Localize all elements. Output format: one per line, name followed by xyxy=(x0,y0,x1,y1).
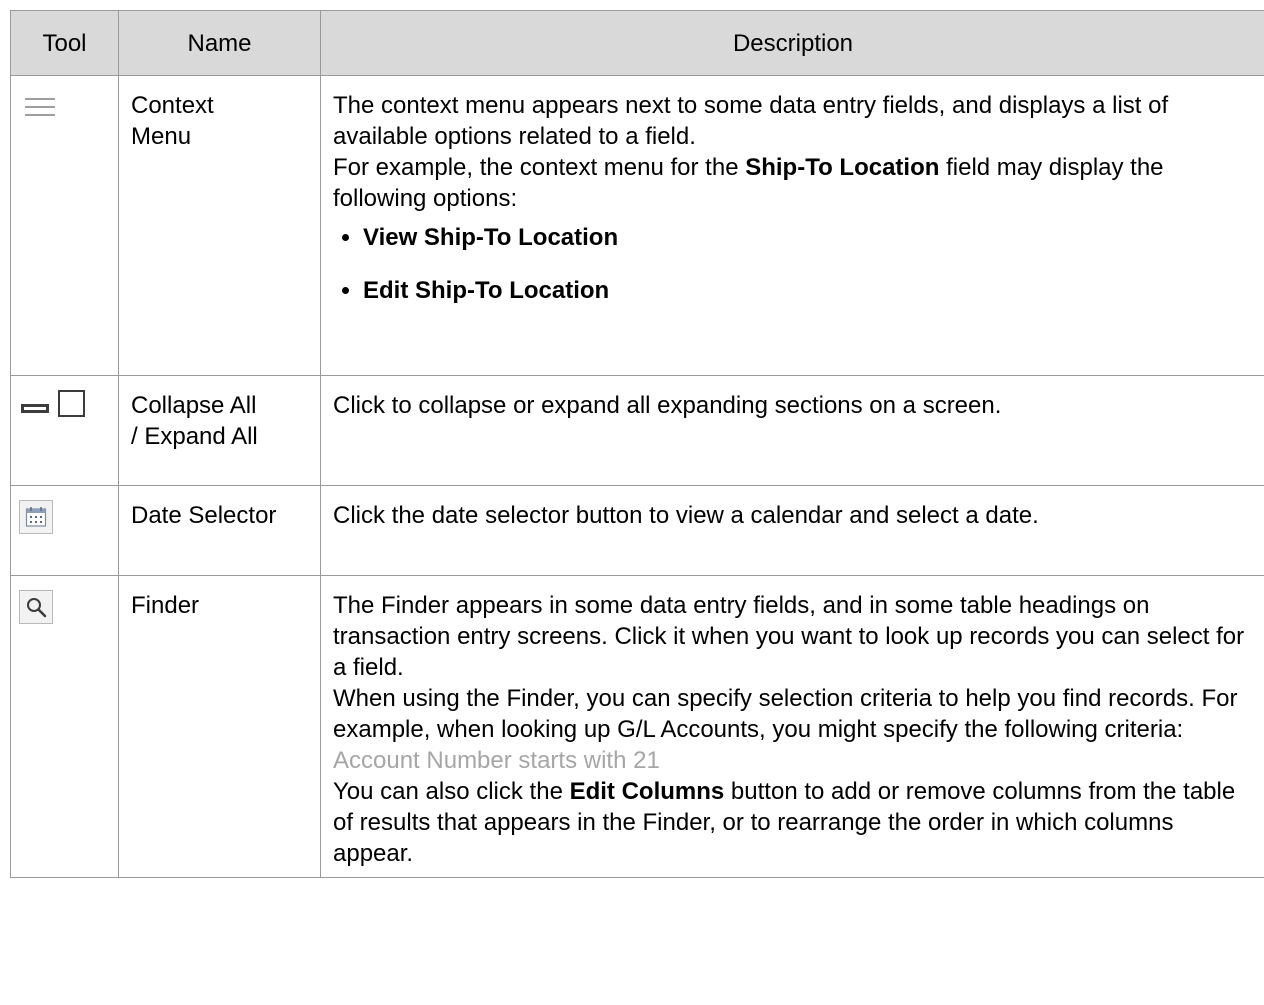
list-item: View Ship-To Location xyxy=(363,222,1255,253)
context-menu-icon[interactable] xyxy=(25,98,55,122)
text-span: You can also click the xyxy=(333,778,570,805)
field-name: Ship-To Location xyxy=(745,154,940,181)
name-cell: Context Menu xyxy=(118,75,321,376)
criteria-example: Account Number starts with 21 xyxy=(333,747,660,774)
calendar-icon[interactable] xyxy=(19,500,53,534)
description-text: The context menu appears next to some da… xyxy=(333,92,1169,150)
description-cell: The Finder appears in some data entry fi… xyxy=(320,575,1264,878)
description-cell: Click to collapse or expand all expandin… xyxy=(320,375,1264,486)
table-row: Collapse All / Expand All Click to colla… xyxy=(10,375,1264,486)
description-text: For example, the context menu for the Sh… xyxy=(333,152,1255,214)
header-description: Description xyxy=(320,10,1264,76)
description-text: The Finder appears in some data entry fi… xyxy=(333,592,1245,681)
table-row: Context Menu The context menu appears ne… xyxy=(10,75,1264,376)
name-line: Context xyxy=(131,92,214,119)
options-list: View Ship-To Location Edit Ship-To Locat… xyxy=(333,222,1255,306)
name-line: Menu xyxy=(131,123,192,150)
tool-cell xyxy=(10,75,119,376)
tools-table: Tool Name Description Context Menu The c… xyxy=(10,10,1264,878)
description-text: Click the date selector button to view a… xyxy=(333,502,1039,529)
header-tool: Tool xyxy=(10,10,119,76)
table-row: Finder The Finder appears in some data e… xyxy=(10,575,1264,878)
tool-cell xyxy=(10,575,119,878)
name-line: Finder xyxy=(131,592,200,619)
description-text: Click to collapse or expand all expandin… xyxy=(333,392,1002,419)
table-row: Date Selector Click the date selector bu… xyxy=(10,485,1264,576)
description-cell: Click the date selector button to view a… xyxy=(320,485,1264,576)
expand-all-icon[interactable] xyxy=(58,390,85,417)
tool-cell xyxy=(10,485,119,576)
collapse-all-icon[interactable] xyxy=(21,404,49,413)
description-text: When using the Finder, you can specify s… xyxy=(333,685,1238,743)
button-name: Edit Columns xyxy=(569,778,725,805)
list-item: Edit Ship-To Location xyxy=(363,275,1255,306)
name-line: / Expand All xyxy=(131,423,258,450)
header-name: Name xyxy=(118,10,321,76)
magnifier-icon[interactable] xyxy=(19,590,53,624)
name-cell: Collapse All / Expand All xyxy=(118,375,321,486)
name-line: Collapse All xyxy=(131,392,257,419)
tools-table-container: Tool Name Description Context Menu The c… xyxy=(10,10,1264,878)
table-header-row: Tool Name Description xyxy=(10,10,1264,76)
tool-cell xyxy=(10,375,119,486)
description-cell: The context menu appears next to some da… xyxy=(320,75,1264,376)
description-text: You can also click the Edit Columns butt… xyxy=(333,776,1255,869)
name-cell: Finder xyxy=(118,575,321,878)
name-line: Date Selector xyxy=(131,502,277,529)
text-span: For example, the context menu for the xyxy=(333,154,746,181)
name-cell: Date Selector xyxy=(118,485,321,576)
